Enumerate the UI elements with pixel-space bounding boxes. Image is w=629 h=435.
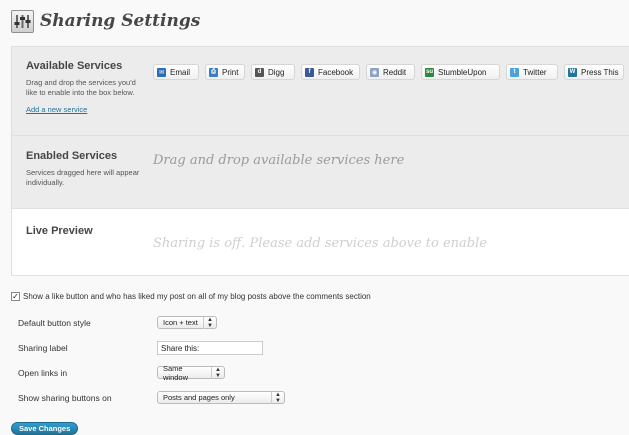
enabled-drop-zone[interactable]: Drag and drop available services here (153, 153, 404, 168)
live-preview-message: Sharing is off. Please add services abov… (153, 236, 487, 251)
available-services-title: Available Services (26, 60, 123, 72)
save-changes-button[interactable]: Save Changes (11, 422, 79, 435)
service-label: Twitter (523, 67, 547, 77)
available-services-panel: Available Services Drag and drop the ser… (11, 46, 629, 135)
service-label: Press This (581, 67, 619, 77)
enabled-services-description: Services dragged here will appear indivi… (26, 168, 140, 187)
open-links-label: Open links in (18, 367, 68, 378)
service-email[interactable]: ✉ Email (153, 64, 199, 80)
service-twitter[interactable]: t Twitter (506, 64, 558, 80)
facebook-icon: f (305, 67, 314, 77)
service-label: Email (170, 67, 191, 77)
enabled-services-info: Enabled Services Services dragged here w… (26, 150, 144, 188)
button-style-label: Default button style (18, 317, 91, 328)
service-label: Reddit (383, 67, 407, 77)
show-buttons-value: Posts and pages only (163, 393, 235, 402)
like-button-label: Show a like button and who has liked my … (23, 292, 371, 301)
sharing-label-value: Share this: (161, 343, 200, 353)
show-buttons-row: Show sharing buttons on Posts and pages … (18, 391, 285, 404)
live-preview-panel: Live Preview Sharing is off. Please add … (11, 208, 629, 276)
service-label: Print (222, 67, 239, 77)
available-services-info: Available Services Drag and drop the ser… (26, 60, 144, 114)
show-buttons-label: Show sharing buttons on (18, 392, 112, 403)
service-digg[interactable]: d Digg (251, 64, 295, 80)
wordpress-icon: W (568, 67, 577, 77)
live-preview-title: Live Preview (26, 225, 93, 237)
service-print[interactable]: ⎙ Print (205, 64, 245, 80)
service-press-this[interactable]: W Press This (564, 64, 624, 80)
select-arrows-icon: ▲ ▼ (211, 366, 221, 379)
select-arrows-icon: ▲ ▼ (271, 391, 281, 404)
digg-icon: d (255, 67, 264, 77)
like-button-option[interactable]: ✓ Show a like button and who has liked m… (11, 292, 371, 301)
print-icon: ⎙ (209, 67, 218, 77)
service-label: Digg (268, 67, 285, 77)
settings-sliders-icon (11, 9, 34, 33)
page-title: Sharing Settings (40, 11, 201, 31)
stumbleupon-icon: su (425, 67, 434, 77)
service-list: ✉ Email ⎙ Print d Digg f Facebook ◉ Redd… (153, 64, 624, 80)
sharing-label-row: Sharing label Share this: (18, 341, 263, 355)
button-style-select[interactable]: Icon + text ▲ ▼ (157, 316, 217, 329)
button-style-row: Default button style Icon + text ▲ ▼ (18, 316, 217, 329)
service-label: StumbleUpon (438, 67, 487, 77)
like-button-checkbox[interactable]: ✓ (11, 292, 20, 301)
enabled-services-title: Enabled Services (26, 150, 118, 162)
service-label: Facebook (318, 67, 354, 77)
available-services-description: Drag and drop the services you'd like to… (26, 78, 136, 97)
button-style-value: Icon + text (163, 318, 198, 327)
live-preview-info: Live Preview (26, 225, 144, 237)
sharing-label-label: Sharing label (18, 343, 68, 353)
email-icon: ✉ (157, 67, 166, 77)
add-new-service-link[interactable]: Add a new service (26, 105, 144, 114)
open-links-select[interactable]: Same window ▲ ▼ (157, 363, 225, 382)
service-reddit[interactable]: ◉ Reddit (366, 64, 415, 80)
enabled-services-panel: Enabled Services Services dragged here w… (11, 135, 629, 208)
open-links-value: Same window (163, 363, 189, 382)
show-buttons-select[interactable]: Posts and pages only ▲ ▼ (157, 391, 285, 404)
open-links-row: Open links in Same window ▲ ▼ (18, 363, 225, 382)
service-stumbleupon[interactable]: su StumbleUpon (421, 64, 500, 80)
select-arrows-icon: ▲ ▼ (203, 316, 213, 329)
reddit-icon: ◉ (370, 67, 379, 77)
twitter-icon: t (510, 67, 519, 77)
page-header: Sharing Settings (11, 7, 200, 35)
service-facebook[interactable]: f Facebook (301, 64, 360, 80)
sharing-label-input[interactable]: Share this: (157, 341, 263, 355)
